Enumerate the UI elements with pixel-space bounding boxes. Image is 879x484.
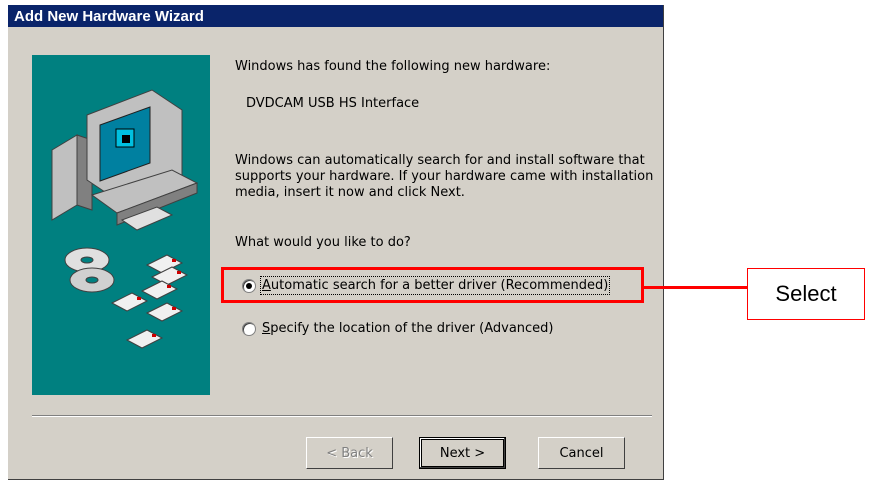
button-separator <box>32 415 652 417</box>
annotation-connector-line <box>644 286 747 289</box>
cancel-button[interactable]: Cancel <box>538 437 625 469</box>
annotation-callout: Select <box>747 268 865 320</box>
question-text: What would you like to do? <box>235 235 411 250</box>
wizard-side-image <box>32 55 210 395</box>
radio-button-specify[interactable] <box>242 322 256 336</box>
radio-label-specify[interactable]: Specify the location of the driver (Adva… <box>262 321 554 336</box>
found-hardware-text: Windows has found the following new hard… <box>235 59 551 74</box>
computer-illustration-icon <box>51 89 199 349</box>
device-name: DVDCAM USB HS Interface <box>246 96 420 111</box>
cd-icon <box>64 247 115 293</box>
description-text: Windows can automatically search for and… <box>235 153 654 200</box>
title-bar[interactable]: Add New Hardware Wizard <box>8 5 663 27</box>
annotation-highlight-box <box>221 267 644 303</box>
back-button[interactable]: < Back <box>306 437 393 469</box>
wizard-dialog: Add New Hardware Wizard Windows has foun… <box>8 5 664 480</box>
computer-icon <box>51 89 199 231</box>
window-title: Add New Hardware Wizard <box>14 8 204 25</box>
next-button[interactable]: Next > <box>419 437 506 469</box>
floppy-disk-icon <box>110 254 189 349</box>
